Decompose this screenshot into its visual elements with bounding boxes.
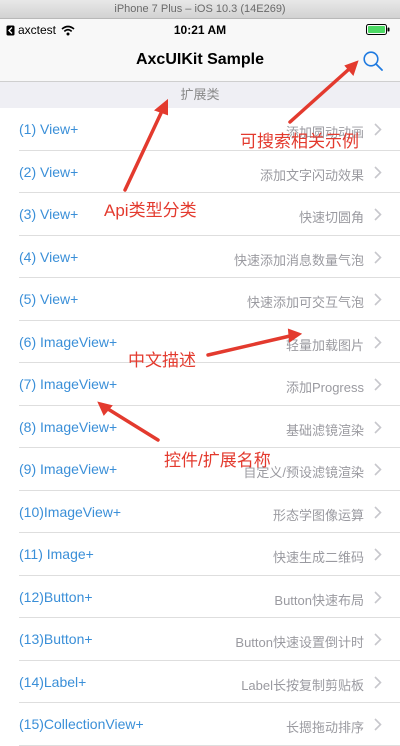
chevron-right-icon <box>374 505 382 519</box>
status-time: 10:21 AM <box>173 23 227 37</box>
row-description: 形态学图像运算 <box>272 507 364 523</box>
annotation-api-category: Api类型分类 <box>104 201 197 220</box>
chevron-right-icon <box>374 633 382 646</box>
row-title: (1) View+ <box>19 121 79 137</box>
chevron-right-icon <box>374 590 382 604</box>
row-title: (8) ImageView+ <box>19 418 118 435</box>
list-item[interactable]: (2) View+ 添加文字闪动效果 <box>0 151 400 194</box>
list-item[interactable]: (5) View+ 快速添加可交互气泡 <box>0 278 400 321</box>
chevron-right-icon <box>374 420 382 434</box>
annotation-chinese-desc: 中文描述 <box>128 351 196 370</box>
extension-list: (1) View+ 添加圆动动画 (2) View+ 添加文字闪动效果 (3) View… <box>0 108 400 746</box>
row-title: (6) ImageView+ <box>19 333 118 350</box>
row-description: Button快速布局 <box>274 592 364 608</box>
page-title: AxcUIKit Sample <box>135 51 265 68</box>
chevron-right-icon <box>374 675 382 689</box>
row-title: (9) ImageView+ <box>19 461 118 477</box>
chevron-right-icon <box>374 250 382 264</box>
list-item[interactable]: (10)ImageView+ 形态学图像运算 <box>0 491 400 534</box>
list-item[interactable]: (12)Button+ Button快速布局 <box>0 576 400 619</box>
simulator-title: iPhone 7 Plus – iOS 10.3 (14E269) <box>114 3 286 15</box>
row-description: 基础滤镜渲染 <box>285 422 364 438</box>
chevron-right-icon <box>374 463 382 476</box>
row-title: (10)ImageView+ <box>19 503 122 520</box>
chevron-right-icon <box>374 208 382 221</box>
list-item[interactable]: (14)Label+ Label长按复制剪贴板 <box>0 661 400 704</box>
row-title: (7) ImageView+ <box>19 376 118 392</box>
row-title: (4) View+ <box>19 248 79 265</box>
battery-icon <box>366 24 390 35</box>
status-bar: axctest 10:21 AM <box>0 19 400 40</box>
row-description: 快速切圆角 <box>298 210 364 225</box>
row-description: Button快速设置倒计时 <box>235 635 364 650</box>
row-title: (3) View+ <box>19 206 79 222</box>
annotation-control-name: 控件/扩展名称 <box>164 451 271 470</box>
list-item[interactable]: (4) View+ 快速添加消息数量气泡 <box>0 236 400 279</box>
list-item[interactable]: (3) View+ 快速切圆角 <box>0 193 400 236</box>
chevron-right-icon <box>374 718 382 731</box>
section-header: 扩展类 <box>0 82 400 108</box>
row-description: 快速生成二维码 <box>272 550 364 565</box>
search-icon[interactable] <box>362 50 384 72</box>
navigation-bar: AxcUIKit Sample <box>0 40 400 82</box>
list-item[interactable]: (8) ImageView+ 基础滤镜渲染 <box>0 406 400 449</box>
row-title: (13)Button+ <box>19 631 93 647</box>
chevron-right-icon <box>374 123 382 136</box>
row-description: 轻量加载图片 <box>285 337 364 353</box>
row-description: 添加文字闪动效果 <box>259 167 364 183</box>
annotation-search: 可搜索相关示例 <box>240 132 359 151</box>
list-item[interactable]: (13)Button+ Button快速设置倒计时 <box>0 618 400 661</box>
simulator-title-bar: iPhone 7 Plus – iOS 10.3 (14E269) <box>0 0 400 19</box>
row-title: (12)Button+ <box>19 588 93 605</box>
list-item[interactable]: (6) ImageView+ 轻量加载图片 <box>0 321 400 364</box>
row-title: (2) View+ <box>19 163 79 180</box>
list-item[interactable]: (15)CollectionView+ 长摁拖动排序 <box>0 703 400 746</box>
row-description: 长摁拖动排序 <box>285 720 364 735</box>
row-title: (11) Image+ <box>19 546 94 562</box>
chevron-right-icon <box>374 335 382 349</box>
row-title: (14)Label+ <box>19 673 87 690</box>
chevron-right-icon <box>374 378 382 391</box>
list-item[interactable]: (11) Image+ 快速生成二维码 <box>0 533 400 576</box>
list-item[interactable]: (7) ImageView+ 添加Progress <box>0 363 400 406</box>
row-title: (5) View+ <box>19 291 79 307</box>
row-description: 添加Progress <box>285 380 364 395</box>
row-description: 快速添加可交互气泡 <box>246 295 364 310</box>
row-description: Label长按复制剪贴板 <box>241 677 364 693</box>
row-description: 快速添加消息数量气泡 <box>233 252 364 268</box>
chevron-right-icon <box>374 548 382 561</box>
chevron-right-icon <box>374 165 382 179</box>
chevron-right-icon <box>374 293 382 306</box>
